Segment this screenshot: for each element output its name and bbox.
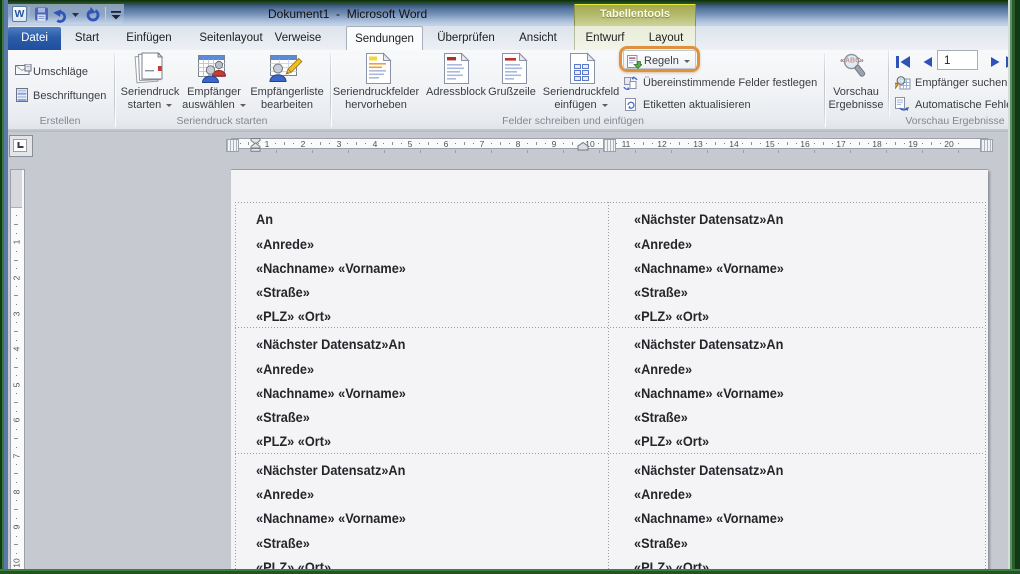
- svg-text:«: «: [840, 56, 844, 65]
- svg-text:»: »: [860, 56, 864, 65]
